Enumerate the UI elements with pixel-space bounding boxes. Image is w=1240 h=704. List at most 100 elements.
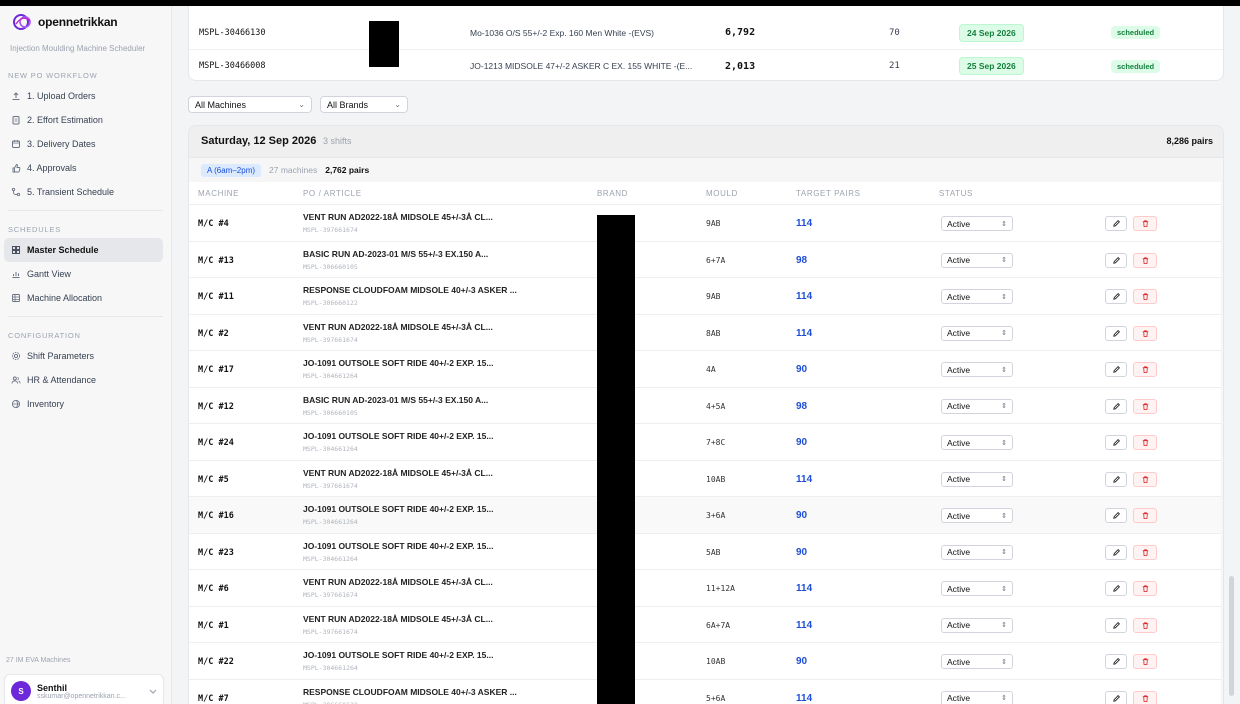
sidebar-item-label: Gantt View: [27, 269, 71, 279]
sidebar-nav: NEW PO WORKFLOW 1. Upload Orders 2. Effort…: [0, 71, 171, 416]
po-article-code: MSPL-306660105: [303, 262, 358, 271]
edit-button[interactable]: [1105, 289, 1127, 304]
status-select[interactable]: Active ⇕: [941, 216, 1013, 231]
table-row[interactable]: M/C #23 JO-1091 OUTSOLE SOFT RIDE 40+/-2 …: [189, 533, 1221, 570]
delete-button[interactable]: [1133, 325, 1157, 341]
delete-button[interactable]: [1133, 654, 1157, 669]
status-select[interactable]: Active ⇕: [941, 690, 1013, 704]
status-select[interactable]: Active ⇕: [941, 617, 1013, 633]
pencil-icon: [1112, 658, 1120, 665]
shift-pairs: 2,762 pairs: [325, 165, 370, 175]
status-select[interactable]: Active ⇕: [941, 252, 1013, 268]
table-row[interactable]: M/C #16 JO-1091 OUTSOLE SOFT RIDE 40+/-2 …: [189, 497, 1221, 534]
delete-button[interactable]: [1133, 544, 1157, 560]
po-article-code: MSPL-397661674: [303, 627, 358, 636]
sidebar-item-shift-parameters[interactable]: Shift Parameters: [4, 344, 163, 368]
sidebar-item-master-schedule[interactable]: Master Schedule: [4, 238, 163, 262]
edit-button[interactable]: [1105, 325, 1127, 341]
sidebar-item-1-upload-orders[interactable]: 1. Upload Orders: [4, 84, 163, 108]
chevron-updown-icon: ⇕: [1001, 695, 1007, 702]
day-header[interactable]: Saturday, 12 Sep 2026 3 shifts 8,286 pai…: [189, 126, 1223, 158]
sidebar-item-label: 3. Delivery Dates: [27, 139, 96, 149]
edit-button[interactable]: [1105, 252, 1127, 268]
scrollbar[interactable]: [1229, 576, 1234, 696]
delete-button[interactable]: [1133, 289, 1157, 304]
edit-button[interactable]: [1105, 435, 1127, 450]
edit-button[interactable]: [1105, 544, 1127, 560]
user-menu[interactable]: S Senthil sskumar@opennetrikkan.c...: [4, 674, 164, 704]
table-row[interactable]: M/C #13 BASIC RUN AD-2023-01 M/S 55+/-3 E…: [189, 241, 1221, 278]
edit-button[interactable]: [1105, 654, 1127, 669]
status-select-value: Active: [947, 218, 971, 229]
status-select[interactable]: Active ⇕: [941, 471, 1013, 487]
machine-name: M/C #17: [198, 365, 234, 375]
sidebar-item-3-delivery-dates[interactable]: 3. Delivery Dates: [4, 132, 163, 156]
edit-button[interactable]: [1105, 471, 1127, 487]
edit-button[interactable]: [1105, 216, 1127, 231]
brand[interactable]: opennetrikkan: [0, 6, 171, 32]
chevron-updown-icon: ⇕: [1001, 403, 1007, 410]
edit-button[interactable]: [1105, 617, 1127, 633]
table-row[interactable]: M/C #11 RESPONSE CLOUDFOAM MIDSOLE 40+/-3…: [189, 278, 1221, 315]
table-body: M/C #4 VENT RUN AD2022-18Å MIDSOLE 45+/-3…: [189, 205, 1221, 704]
table-row[interactable]: M/C #22 JO-1091 OUTSOLE SOFT RIDE 40+/-2 …: [189, 643, 1221, 680]
table-row[interactable]: M/C #4 VENT RUN AD2022-18Å MIDSOLE 45+/-3…: [189, 205, 1221, 242]
status-select[interactable]: Active ⇕: [941, 435, 1013, 450]
sidebar-item-label: Inventory: [27, 399, 65, 409]
table-row[interactable]: M/C #17 JO-1091 OUTSOLE SOFT RIDE 40+/-2 …: [189, 351, 1221, 388]
sidebar-item-5-transient-schedule[interactable]: 5. Transient Schedule: [4, 180, 163, 204]
delete-button[interactable]: [1133, 362, 1157, 377]
status-select[interactable]: Active ⇕: [941, 289, 1013, 304]
delete-button[interactable]: [1133, 398, 1157, 414]
status-select[interactable]: Active ⇕: [941, 654, 1013, 669]
delete-button[interactable]: [1133, 435, 1157, 450]
edit-button[interactable]: [1105, 362, 1127, 377]
status-select[interactable]: Active ⇕: [941, 544, 1013, 560]
table-row[interactable]: MSPL-30466130 Mo-1036 O/S 55+/-2 Exp. 16…: [189, 16, 1223, 67]
sidebar-item-hr-attendance[interactable]: HR & Attendance: [4, 368, 163, 392]
machine-filter-select[interactable]: All Machines ⌄: [188, 96, 312, 113]
table-row[interactable]: M/C #2 VENT RUN AD2022-18Å MIDSOLE 45+/-3…: [189, 314, 1221, 351]
delete-button[interactable]: [1133, 581, 1157, 596]
delete-button[interactable]: [1133, 508, 1157, 523]
delete-button[interactable]: [1133, 216, 1157, 231]
table-row[interactable]: M/C #24 JO-1091 OUTSOLE SOFT RIDE 40+/-2 …: [189, 424, 1221, 461]
sidebar-item-label: 1. Upload Orders: [27, 91, 96, 101]
branch-icon: [11, 187, 21, 197]
sidebar-item-2-effort-estimation[interactable]: 2. Effort Estimation: [4, 108, 163, 132]
table-row[interactable]: M/C #5 VENT RUN AD2022-18Å MIDSOLE 45+/-3…: [189, 460, 1221, 497]
delete-button[interactable]: [1133, 471, 1157, 487]
status-select[interactable]: Active ⇕: [941, 398, 1013, 414]
sidebar-item-4-approvals[interactable]: 4. Approvals: [4, 156, 163, 180]
table-row[interactable]: M/C #12 BASIC RUN AD-2023-01 M/S 55+/-3 E…: [189, 387, 1221, 424]
edit-button[interactable]: [1105, 398, 1127, 414]
sidebar-item-gantt-view[interactable]: Gantt View: [4, 262, 163, 286]
table-row[interactable]: M/C #7 RESPONSE CLOUDFOAM MIDSOLE 40+/-3 …: [189, 679, 1221, 704]
column-header-po: PO / ARTICLE: [303, 189, 362, 198]
delete-button[interactable]: [1133, 252, 1157, 268]
sidebar-item-machine-allocation[interactable]: Machine Allocation: [4, 286, 163, 310]
status-select-value: Active: [947, 291, 971, 302]
sidebar-item-label: 2. Effort Estimation: [27, 115, 103, 125]
user-name: Senthil: [37, 682, 68, 693]
column-header-mould: MOULD: [706, 189, 738, 198]
delete-button[interactable]: [1133, 690, 1157, 704]
table-row[interactable]: M/C #6 VENT RUN AD2022-18Å MIDSOLE 45+/-3…: [189, 570, 1221, 607]
status-select[interactable]: Active ⇕: [941, 581, 1013, 596]
sidebar-item-inventory[interactable]: Inventory: [4, 392, 163, 416]
status-select[interactable]: Active ⇕: [941, 362, 1013, 377]
status-select-value: Active: [947, 474, 971, 484]
edit-button[interactable]: [1105, 690, 1127, 704]
po-article-code: MSPL-306660122: [303, 299, 358, 307]
chevron-down-icon: [149, 689, 157, 694]
edit-button[interactable]: [1105, 581, 1127, 596]
status-select[interactable]: Active ⇕: [941, 508, 1013, 523]
table-row[interactable]: MSPL-30466008 JO-1213 MIDSOLE 47+/-2 ASK…: [189, 49, 1223, 83]
logo-icon: [13, 14, 31, 30]
delete-button[interactable]: [1133, 617, 1157, 633]
brand-filter-select[interactable]: All Brands ⌄: [320, 96, 408, 113]
shift-badge[interactable]: A (6am–2pm): [201, 163, 262, 177]
edit-button[interactable]: [1105, 508, 1127, 523]
status-select[interactable]: Active ⇕: [941, 325, 1013, 341]
table-row[interactable]: M/C #1 VENT RUN AD2022-18Å MIDSOLE 45+/-3…: [189, 606, 1221, 643]
